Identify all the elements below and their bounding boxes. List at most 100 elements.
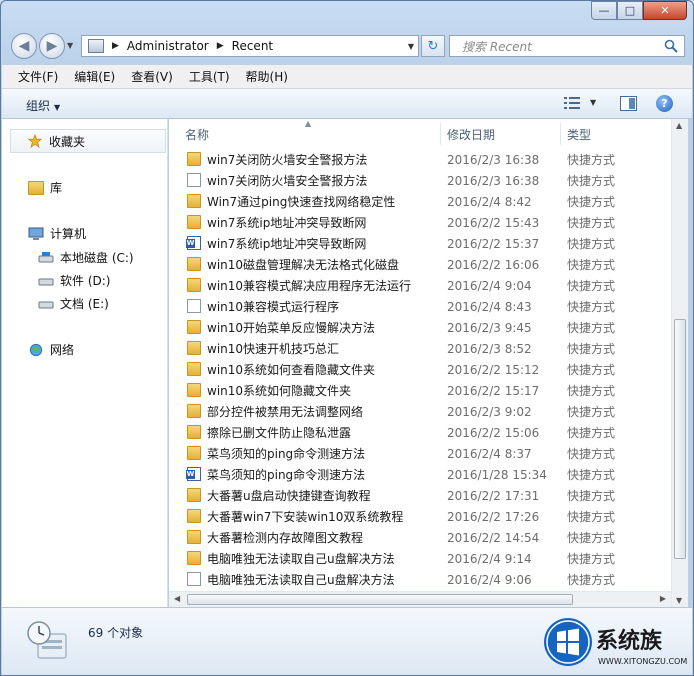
folder-icon bbox=[187, 509, 201, 523]
file-row[interactable]: win7系统ip地址冲突导致断网 2016/2/2 15:37 快捷方式 bbox=[169, 233, 671, 254]
menu-help[interactable]: 帮助(H) bbox=[238, 68, 296, 85]
word-document-icon bbox=[186, 236, 201, 250]
computer-icon bbox=[88, 39, 104, 53]
column-name[interactable]: 名称 bbox=[185, 126, 209, 143]
menu-view[interactable]: 查看(V) bbox=[123, 68, 181, 85]
address-dropdown[interactable]: ▼ bbox=[408, 42, 414, 51]
file-modified-date: 2016/2/3 9:02 bbox=[447, 404, 532, 419]
file-row[interactable]: win10系统如何隐藏文件夹 2016/2/2 15:17 快捷方式 bbox=[169, 380, 671, 401]
minimize-button[interactable]: — bbox=[591, 1, 617, 20]
file-row[interactable]: 电脑唯独无法读取自己u盘解决方法 2016/2/4 9:06 快捷方式 bbox=[169, 569, 671, 590]
menu-file[interactable]: 文件(F) bbox=[10, 68, 66, 85]
nav-computer[interactable]: 计算机 bbox=[28, 225, 86, 242]
maximize-button[interactable]: □ bbox=[617, 1, 643, 20]
scroll-down-arrow[interactable]: ▼ bbox=[676, 596, 682, 605]
menu-edit[interactable]: 编辑(E) bbox=[66, 68, 123, 85]
file-type: 快捷方式 bbox=[567, 489, 616, 503]
scroll-right-arrow[interactable]: ▶ bbox=[660, 594, 666, 603]
file-name: 大番薯检测内存故障图文教程 bbox=[207, 531, 364, 545]
svg-text:WWW.XITONGZU.COM: WWW.XITONGZU.COM bbox=[598, 657, 687, 666]
file-row[interactable]: 大番薯u盘启动快捷键查询教程 2016/2/2 17:31 快捷方式 bbox=[169, 485, 671, 506]
file-row[interactable]: 菜鸟须知的ping命令测速方法 2016/1/28 15:34 快捷方式 bbox=[169, 464, 671, 485]
file-name: win7系统ip地址冲突导致断网 bbox=[207, 237, 367, 251]
horizontal-scroll-thumb[interactable] bbox=[187, 594, 573, 605]
file-name: 大番薯win7下安装win10双系统教程 bbox=[207, 510, 404, 524]
horizontal-scrollbar[interactable]: ◀ ▶ bbox=[169, 591, 671, 607]
computer-icon bbox=[28, 227, 44, 240]
change-view-icon[interactable] bbox=[564, 96, 580, 110]
file-row[interactable]: 电脑唯独无法读取自己u盘解决方法 2016/2/4 9:14 快捷方式 bbox=[169, 548, 671, 569]
chevron-right-icon[interactable]: ▶ bbox=[112, 41, 119, 51]
explorer-window: — □ ✕ ◀ ▶ ▼ ▶ Administrator ▶ Recent ▼ ↻… bbox=[0, 0, 694, 676]
preview-pane-button[interactable] bbox=[620, 96, 637, 111]
word-document-icon bbox=[186, 467, 201, 481]
forward-button[interactable]: ▶ bbox=[39, 33, 65, 59]
nav-drive-c[interactable]: 本地磁盘 (C:) bbox=[38, 249, 134, 266]
file-row[interactable]: win10兼容模式解决应用程序无法运行 2016/2/4 9:04 快捷方式 bbox=[169, 275, 671, 296]
folder-icon bbox=[187, 320, 201, 334]
file-modified-date: 2016/2/2 15:12 bbox=[447, 362, 540, 377]
nav-drive-e[interactable]: 文档 (E:) bbox=[38, 295, 109, 312]
address-bar[interactable]: ▶ Administrator ▶ Recent ▼ bbox=[81, 35, 419, 57]
view-options-dropdown[interactable]: ▼ bbox=[590, 98, 596, 107]
file-modified-date: 2016/2/2 15:17 bbox=[447, 383, 540, 398]
organize-label: 组织 bbox=[26, 99, 51, 113]
recent-pages-dropdown[interactable]: ▼ bbox=[67, 41, 73, 50]
nav-drive-d[interactable]: 软件 (D:) bbox=[38, 272, 110, 289]
drive-icon bbox=[38, 278, 54, 285]
column-date[interactable]: 修改日期 bbox=[447, 126, 495, 143]
file-modified-date: 2016/2/2 17:26 bbox=[447, 509, 540, 524]
library-icon bbox=[28, 180, 44, 195]
arrow-right-icon: ▶ bbox=[46, 38, 58, 54]
arrow-left-icon: ◀ bbox=[18, 38, 30, 54]
organize-button[interactable]: 组织 ▼ bbox=[26, 97, 60, 114]
file-row[interactable]: win10系统如何查看隐藏文件夹 2016/2/2 15:12 快捷方式 bbox=[169, 359, 671, 380]
nav-favorites[interactable]: 收藏夹 bbox=[10, 129, 166, 153]
file-row[interactable]: 大番薯win7下安装win10双系统教程 2016/2/2 17:26 快捷方式 bbox=[169, 506, 671, 527]
file-row[interactable]: 大番薯检测内存故障图文教程 2016/2/2 14:54 快捷方式 bbox=[169, 527, 671, 548]
file-row[interactable]: 菜鸟须知的ping命令测速方法 2016/2/4 8:37 快捷方式 bbox=[169, 443, 671, 464]
nav-libraries[interactable]: 库 bbox=[28, 179, 62, 196]
file-modified-date: 2016/2/2 15:37 bbox=[447, 236, 540, 251]
file-row[interactable]: win10兼容模式运行程序 2016/2/4 8:43 快捷方式 bbox=[169, 296, 671, 317]
chevron-right-icon[interactable]: ▶ bbox=[217, 41, 224, 51]
refresh-button[interactable]: ↻ bbox=[421, 35, 445, 57]
file-row[interactable]: win7关闭防火墙安全警报方法 2016/2/3 16:38 快捷方式 bbox=[169, 170, 671, 191]
folder-icon bbox=[187, 257, 201, 271]
close-button[interactable]: ✕ bbox=[643, 1, 687, 20]
file-row[interactable]: 部分控件被禁用无法调整网络 2016/2/3 9:02 快捷方式 bbox=[169, 401, 671, 422]
nav-network[interactable]: 网络 bbox=[28, 341, 74, 358]
column-type[interactable]: 类型 bbox=[567, 126, 591, 143]
recent-places-icon bbox=[27, 621, 67, 659]
file-row[interactable]: win10开始菜单反应慢解决方法 2016/2/3 9:45 快捷方式 bbox=[169, 317, 671, 338]
file-name: 擦除已删文件防止隐私泄露 bbox=[207, 426, 352, 440]
file-name: win10磁盘管理解决无法格式化磁盘 bbox=[207, 258, 400, 272]
folder-icon bbox=[187, 278, 201, 292]
file-modified-date: 2016/2/4 9:04 bbox=[447, 278, 532, 293]
vertical-scrollbar[interactable]: ▲ ▼ bbox=[671, 119, 688, 607]
file-row[interactable]: win7系统ip地址冲突导致断网 2016/2/2 15:43 快捷方式 bbox=[169, 212, 671, 233]
scroll-left-arrow[interactable]: ◀ bbox=[174, 594, 180, 603]
file-type: 快捷方式 bbox=[567, 279, 616, 293]
breadcrumb-administrator[interactable]: Administrator bbox=[127, 39, 209, 53]
back-button[interactable]: ◀ bbox=[11, 33, 37, 59]
menu-tools[interactable]: 工具(T) bbox=[181, 68, 238, 85]
file-row[interactable]: 擦除已删文件防止隐私泄露 2016/2/2 15:06 快捷方式 bbox=[169, 422, 671, 443]
nav-computer-label: 计算机 bbox=[50, 227, 87, 241]
column-divider[interactable] bbox=[440, 123, 441, 145]
file-name: 电脑唯独无法读取自己u盘解决方法 bbox=[207, 552, 395, 566]
file-rows: win7关闭防火墙安全警报方法 2016/2/3 16:38 快捷方式 win7关闭防… bbox=[169, 149, 671, 593]
file-name: win10系统如何隐藏文件夹 bbox=[207, 384, 352, 398]
vertical-scroll-thumb[interactable] bbox=[674, 319, 686, 559]
file-row[interactable]: win7关闭防火墙安全警报方法 2016/2/3 16:38 快捷方式 bbox=[169, 149, 671, 170]
file-modified-date: 2016/2/2 15:06 bbox=[447, 425, 540, 440]
scroll-up-arrow[interactable]: ▲ bbox=[676, 121, 682, 130]
help-button[interactable]: ? bbox=[656, 95, 673, 112]
file-type: 快捷方式 bbox=[567, 174, 616, 188]
breadcrumb-recent[interactable]: Recent bbox=[232, 39, 273, 53]
file-row[interactable]: win10快速开机技巧总汇 2016/2/3 8:52 快捷方式 bbox=[169, 338, 671, 359]
file-row[interactable]: win10磁盘管理解决无法格式化磁盘 2016/2/2 16:06 快捷方式 bbox=[169, 254, 671, 275]
file-row[interactable]: Win7通过ping快速查找网络稳定性 2016/2/4 8:42 快捷方式 bbox=[169, 191, 671, 212]
search-input[interactable]: 搜索 Recent bbox=[449, 35, 685, 57]
column-divider[interactable] bbox=[560, 123, 561, 145]
